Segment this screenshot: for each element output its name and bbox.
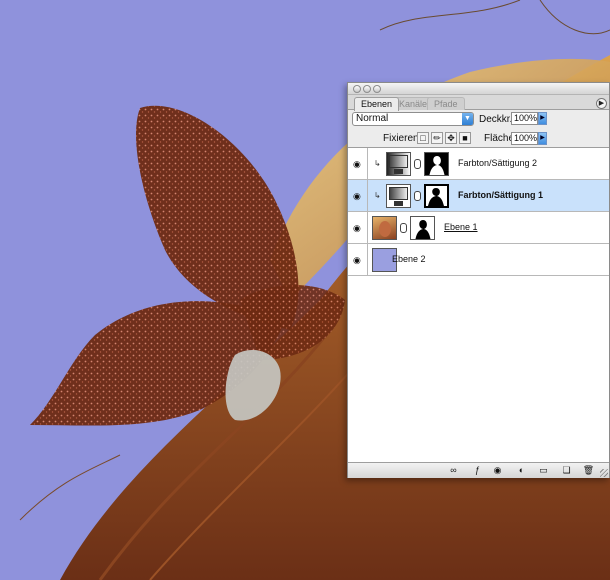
new-group-icon[interactable]: ▭ (537, 465, 550, 476)
layer-mask-thumbnail[interactable] (424, 152, 449, 176)
link-layers-icon[interactable]: ∞ (447, 465, 460, 476)
fill-field[interactable]: 100% (511, 132, 538, 145)
opacity-slider-arrow-icon[interactable]: ▶ (538, 112, 547, 125)
lock-all-icon[interactable]: ■ (459, 132, 471, 144)
layer-style-icon[interactable]: ƒ (471, 465, 484, 476)
eye-icon: ◉ (353, 223, 361, 233)
blend-row: Normal ▼ Deckkr.: 100% ▶ (348, 110, 609, 129)
lock-pixels-icon[interactable]: ✏ (431, 132, 443, 144)
palette-bottom-bar: ∞ ƒ ◉ ◐ ▭ ❏ 🗑 (348, 462, 609, 478)
visibility-toggle[interactable]: ◉ (348, 212, 368, 243)
layer-row-ebene-1[interactable]: ◉ Ebene 1 (348, 212, 609, 244)
layer-mask-icon[interactable]: ◉ (491, 465, 504, 476)
minimize-window-button[interactable] (363, 85, 371, 93)
tab-pfade[interactable]: Pfade (427, 97, 465, 110)
new-layer-icon[interactable]: ❏ (560, 465, 573, 476)
layer-name[interactable]: Ebene 2 (392, 254, 426, 265)
opacity-label: Deckkr.: (479, 114, 516, 125)
adjustment-thumbnail[interactable] (386, 152, 411, 176)
image-thumbnail[interactable] (372, 216, 397, 240)
blend-mode-select[interactable]: Normal ▼ (352, 112, 474, 126)
opacity-field[interactable]: 100% (511, 112, 538, 125)
palette-menu-arrow-icon[interactable]: ▶ (596, 98, 607, 109)
layer-list: ◉ ↳ Farbton/Sättigung 2 ◉ ↳ Farbton/Sätt… (348, 148, 609, 462)
zoom-window-button[interactable] (373, 85, 381, 93)
adjustment-thumbnail[interactable] (386, 184, 411, 208)
palette-tab-row: Ebenen Kanäle Pfade ▶ (348, 95, 609, 111)
trash-icon[interactable]: 🗑 (582, 465, 595, 476)
adjustment-layer-icon[interactable]: ◐ (515, 465, 528, 476)
lock-row: Fixieren: □ ✏ ✥ ■ Fläche: 100% ▶ (348, 130, 609, 148)
layers-palette: Ebenen Kanäle Pfade ▶ Normal ▼ Deckkr.: … (347, 82, 610, 478)
visibility-toggle[interactable]: ◉ (348, 148, 368, 179)
chevron-down-icon: ▼ (462, 113, 473, 125)
tab-ebenen[interactable]: Ebenen (354, 97, 400, 111)
lock-position-icon[interactable]: ✥ (445, 132, 457, 144)
clipping-arrow-icon: ↳ (374, 159, 381, 168)
mask-link-icon[interactable] (400, 223, 407, 233)
layer-name[interactable]: Ebene 1 (444, 222, 478, 233)
layer-row-farbton-1[interactable]: ◉ ↳ Farbton/Sättigung 1 (348, 180, 609, 212)
layer-name[interactable]: Farbton/Sättigung 1 (458, 190, 543, 201)
layer-row-farbton-2[interactable]: ◉ ↳ Farbton/Sättigung 2 (348, 148, 609, 180)
close-window-button[interactable] (353, 85, 361, 93)
lock-transparency-icon[interactable]: □ (417, 132, 429, 144)
eye-icon: ◉ (353, 191, 361, 201)
fill-slider-arrow-icon[interactable]: ▶ (538, 132, 547, 145)
clipping-arrow-icon: ↳ (374, 191, 381, 200)
resize-grip-icon[interactable] (600, 469, 608, 477)
layer-name[interactable]: Farbton/Sättigung 2 (458, 158, 537, 169)
eye-icon: ◉ (353, 159, 361, 169)
palette-title-bar[interactable] (348, 83, 609, 95)
mask-link-icon[interactable] (414, 159, 421, 169)
layer-mask-thumbnail[interactable] (410, 216, 435, 240)
visibility-toggle[interactable]: ◉ (348, 244, 368, 275)
blend-mode-value: Normal (356, 113, 389, 124)
layer-row-ebene-2[interactable]: ◉ Ebene 2 (348, 244, 609, 276)
mask-link-icon[interactable] (414, 191, 421, 201)
layer-mask-thumbnail[interactable] (424, 184, 449, 208)
eye-icon: ◉ (353, 255, 361, 265)
visibility-toggle[interactable]: ◉ (348, 180, 368, 211)
lock-label: Fixieren: (383, 133, 422, 144)
